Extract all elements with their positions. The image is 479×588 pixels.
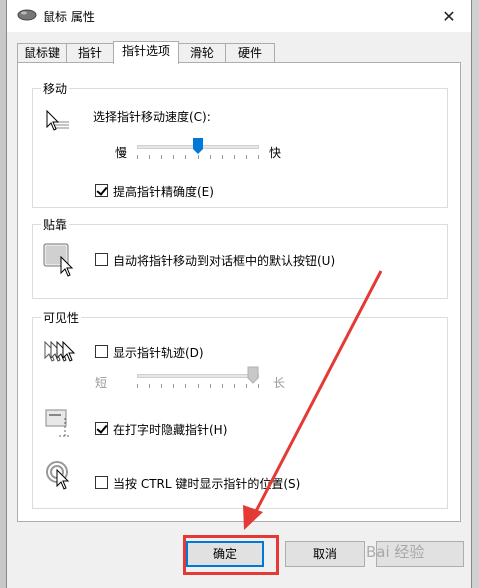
annotation-arrow-layer [243, 270, 383, 530]
annotation-highlight-box [183, 535, 279, 575]
annotation-arrow-head [243, 505, 263, 530]
annotation-arrow-line [251, 270, 383, 518]
tab-pointer-options[interactable]: 指针选项 [113, 41, 179, 64]
